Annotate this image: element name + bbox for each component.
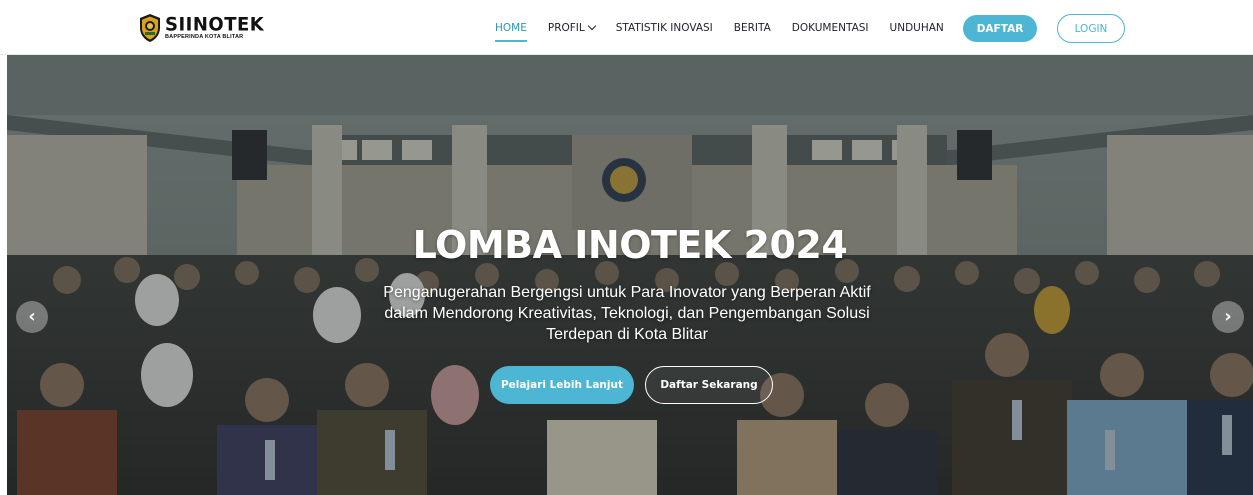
chevron-right-icon: › — [1224, 306, 1232, 327]
nav-profil[interactable]: PROFIL — [547, 21, 596, 34]
carousel-prev-button[interactable]: ‹ — [16, 301, 48, 333]
chevron-left-icon: ‹ — [28, 306, 36, 327]
learn-more-button[interactable]: Pelajari Lebih Lanjut — [490, 366, 634, 404]
login-button[interactable]: LOGIN — [1057, 14, 1125, 43]
hero-overlay — [7, 55, 1253, 495]
nav-dokumentasi[interactable]: DOKUMENTASI — [792, 22, 869, 34]
hero-subtitle: Penganugerahan Bergengsi untuk Para Inov… — [383, 284, 871, 343]
top-navbar: SIINOTEK BAPPERINDA KOTA BLITAR HOME PRO… — [0, 0, 1253, 55]
city-emblem-icon — [138, 13, 162, 43]
register-now-button[interactable]: Daftar Sekarang — [645, 366, 773, 404]
daftar-button[interactable]: DAFTAR — [963, 15, 1037, 42]
hero-title: LOMBA INOTEK 2024 — [412, 223, 848, 267]
nav-home[interactable]: HOME — [495, 21, 527, 42]
nav-statistik-label: STATISTIK INOVASI — [615, 21, 713, 34]
nav-home-label: HOME — [495, 21, 527, 34]
hero-carousel: LOMBA INOTEK 2024 Penganugerahan Bergeng… — [7, 55, 1253, 495]
nav-berita-label: BERITA — [733, 21, 771, 34]
nav-unduhan[interactable]: UNDUHAN — [890, 22, 944, 34]
nav-profil-label: PROFIL — [547, 21, 585, 34]
site-logo[interactable]: SIINOTEK BAPPERINDA KOTA BLITAR — [138, 12, 264, 44]
brand-subtitle: BAPPERINDA KOTA BLITAR — [165, 33, 244, 40]
carousel-next-button[interactable]: › — [1212, 301, 1244, 333]
brand-name: SIINOTEK — [165, 13, 265, 36]
nav-berita[interactable]: BERITA — [734, 22, 771, 34]
main-nav: HOME PROFIL STATISTIK INOVASI BERITA DOK… — [495, 0, 965, 55]
nav-unduhan-label: UNDUHAN — [889, 21, 944, 34]
nav-statistik-inovasi[interactable]: STATISTIK INOVASI — [616, 22, 713, 34]
chevron-down-icon — [587, 21, 596, 31]
nav-dokumentasi-label: DOKUMENTASI — [791, 21, 869, 34]
